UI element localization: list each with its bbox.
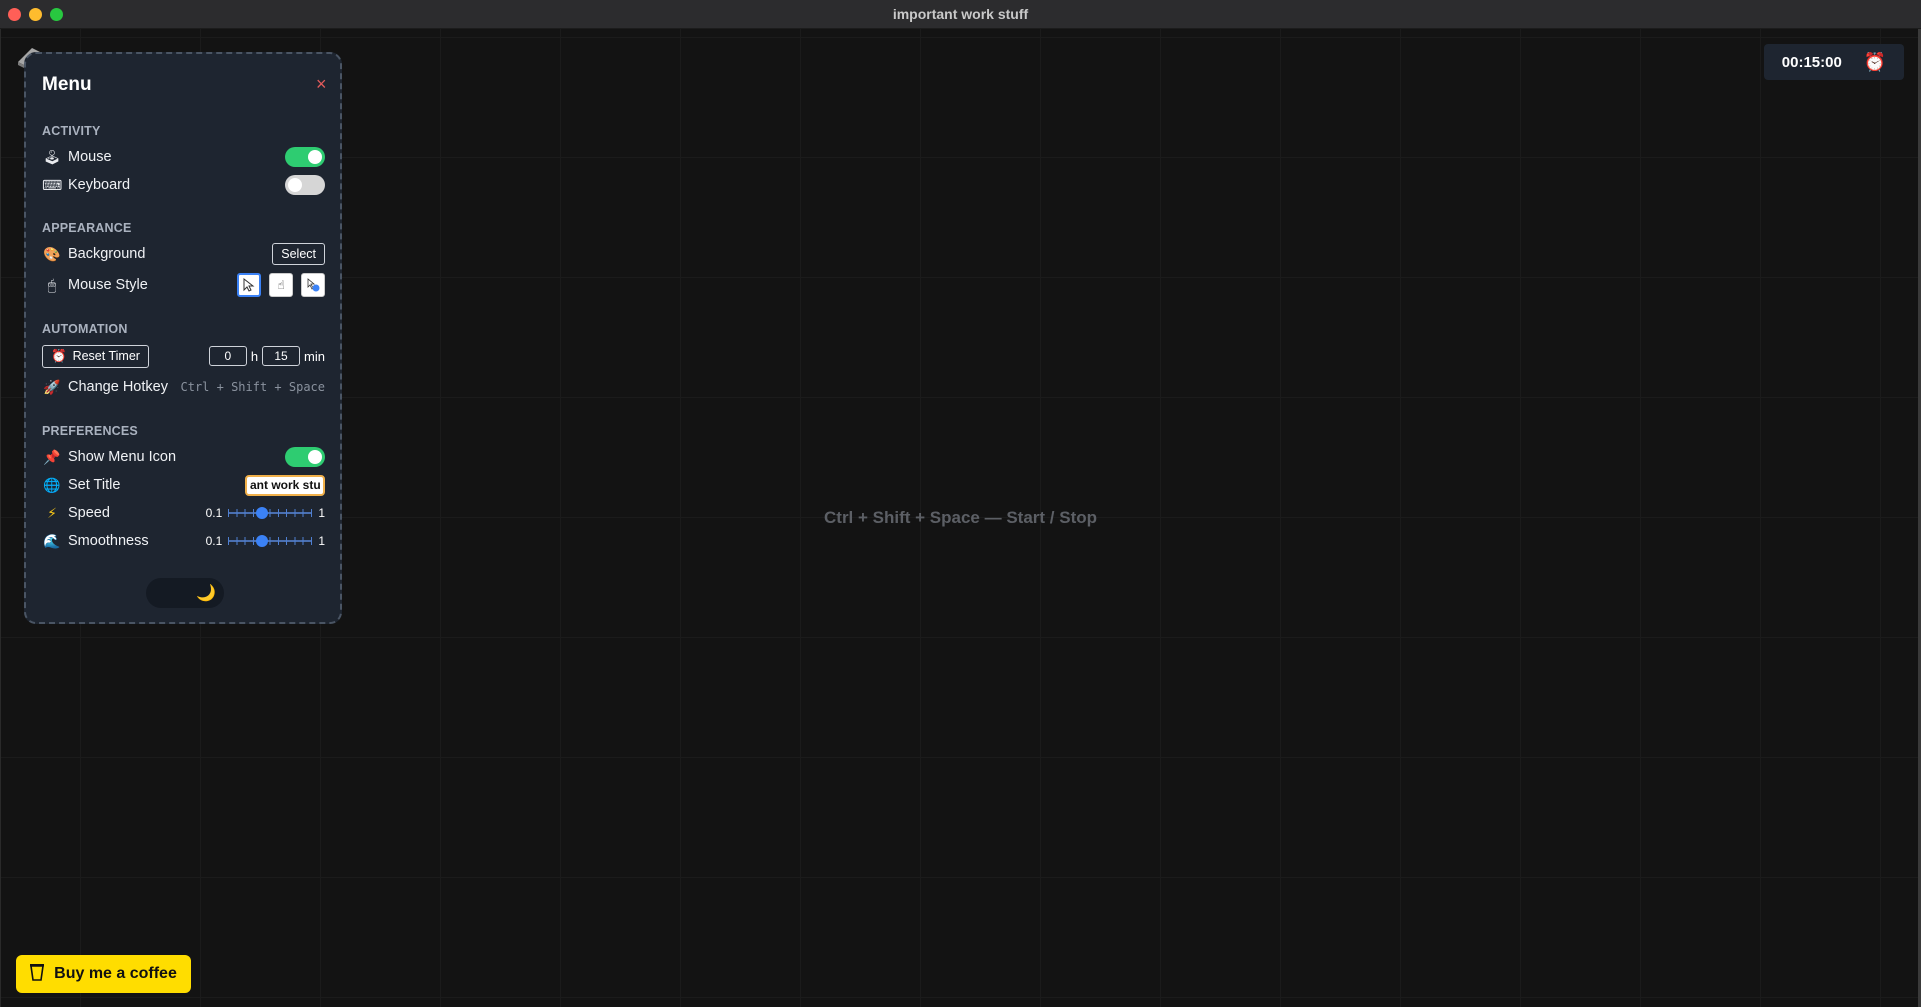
- speed-label: Speed: [68, 505, 110, 521]
- minutes-input[interactable]: [262, 346, 301, 366]
- coffee-label: Buy me a coffee: [54, 965, 177, 982]
- show-menu-icon-row: 📌 Show Menu Icon: [42, 444, 325, 470]
- menu-panel: Menu × ACTIVITY 🕹 Mouse ⌨ Keyboard APPEA…: [24, 52, 342, 624]
- traffic-lights: [8, 8, 63, 21]
- hand-cursor-option[interactable]: ☝: [269, 273, 293, 297]
- hours-unit: h: [250, 348, 259, 364]
- set-title-row: 🌐 Set Title: [42, 472, 325, 498]
- joystick-icon: 🕹: [43, 148, 61, 165]
- hours-input[interactable]: [208, 346, 247, 366]
- change-hotkey-label: Change Hotkey: [68, 379, 168, 395]
- mouse-label: Mouse: [68, 149, 112, 165]
- speed-slider[interactable]: [228, 506, 313, 520]
- wave-icon: 🌊: [43, 532, 61, 549]
- rocket-icon: 🚀: [43, 378, 61, 395]
- close-icon[interactable]: ×: [316, 74, 327, 95]
- alarm-clock-icon[interactable]: ⏰: [1864, 52, 1886, 73]
- timer-display: 00:15:00 ⏰: [1764, 44, 1904, 80]
- mouse-toggle[interactable]: [285, 147, 325, 167]
- keyboard-toggle[interactable]: [285, 175, 325, 195]
- timer-text: 00:15:00: [1781, 53, 1842, 71]
- smoothness-slider[interactable]: [228, 534, 313, 548]
- title-input[interactable]: [245, 474, 325, 496]
- section-appearance: APPEARANCE: [42, 221, 132, 235]
- minimize-window-button[interactable]: [29, 8, 42, 21]
- window-titlebar: important work stuff: [0, 0, 1921, 29]
- smoothness-min: 0.1: [205, 534, 223, 548]
- zoom-window-button[interactable]: [50, 8, 63, 21]
- minutes-unit: min: [304, 348, 325, 364]
- smoothness-label: Smoothness: [68, 533, 149, 549]
- mouse-icon: 🖱: [47, 276, 57, 293]
- arrow-cursor-option[interactable]: [237, 273, 261, 297]
- hotkey-value[interactable]: Ctrl + Shift + Space: [181, 380, 326, 394]
- alarm-clock-icon: ⏰: [51, 348, 67, 363]
- reset-timer-row: ⏰ Reset Timer h min: [42, 343, 325, 369]
- set-title-label: Set Title: [68, 477, 121, 493]
- keyboard-row: ⌨ Keyboard: [42, 172, 325, 198]
- keyboard-icon: ⌨: [42, 176, 63, 193]
- reset-timer-label: Reset Timer: [72, 349, 140, 363]
- coffee-cup-icon: [30, 963, 45, 986]
- show-menu-icon-label: Show Menu Icon: [68, 449, 177, 465]
- buy-me-a-coffee-button[interactable]: Buy me a coffee: [16, 955, 191, 993]
- globe-icon: 🌐: [43, 476, 61, 493]
- speed-max: 1: [318, 506, 325, 520]
- section-activity: ACTIVITY: [42, 124, 101, 138]
- keyboard-label: Keyboard: [68, 177, 131, 193]
- smoothness-row: 🌊 Smoothness 0.1 1: [42, 528, 325, 554]
- background-select-button[interactable]: Select: [272, 243, 325, 265]
- menu-title: Menu: [42, 74, 92, 95]
- close-window-button[interactable]: [8, 8, 21, 21]
- window-title: important work stuff: [892, 6, 1029, 22]
- background-row: 🎨 Background Select: [42, 241, 325, 267]
- reset-timer-button[interactable]: ⏰ Reset Timer: [42, 344, 149, 368]
- speed-row: ⚡ Speed 0.1 1: [42, 500, 325, 526]
- theme-toggle[interactable]: 🌙: [146, 578, 224, 608]
- section-automation: AUTOMATION: [42, 322, 128, 336]
- speed-min: 0.1: [205, 506, 223, 520]
- mouse-style-row: 🖱 Mouse Style ☝: [42, 272, 325, 298]
- dot-cursor-option[interactable]: [301, 273, 325, 297]
- speed-slider-thumb[interactable]: [255, 507, 268, 519]
- mouse-style-label: Mouse Style: [68, 277, 148, 293]
- lightning-icon: ⚡: [47, 504, 57, 521]
- change-hotkey-row[interactable]: 🚀 Change Hotkey Ctrl + Shift + Space: [42, 374, 325, 400]
- palette-icon: 🎨: [43, 245, 61, 262]
- show-menu-icon-toggle[interactable]: [285, 447, 325, 467]
- background-label: Background: [68, 246, 146, 262]
- section-preferences: PREFERENCES: [42, 424, 138, 438]
- moon-icon: 🌙: [196, 585, 216, 602]
- smoothness-slider-thumb[interactable]: [255, 535, 268, 547]
- smoothness-max: 1: [318, 534, 325, 548]
- mouse-row: 🕹 Mouse: [42, 144, 325, 170]
- pushpin-icon: 📌: [43, 448, 61, 465]
